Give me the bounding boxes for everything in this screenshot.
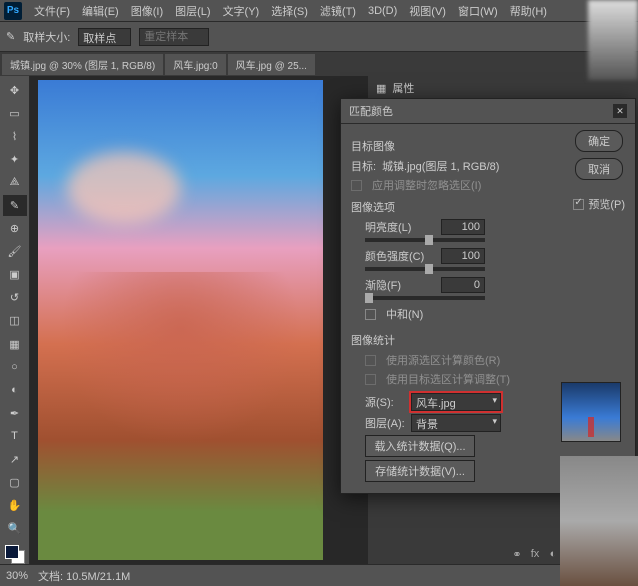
tab-document-2[interactable]: 风车.jpg:0 bbox=[165, 54, 225, 75]
fade-value[interactable]: 0 bbox=[441, 277, 485, 293]
use-src-sel-label: 使用源选区计算颜色(R) bbox=[386, 352, 500, 368]
toolbox: ✥ ▭ ⌇ ✦ ⟁ ✎ ⊕ 🖌 ▣ ↺ ◫ ▦ ○ ◐ ✒ T ↗ ▢ ✋ 🔍 bbox=[0, 76, 30, 564]
color-swatch[interactable] bbox=[5, 545, 25, 564]
move-tool-icon[interactable]: ✥ bbox=[3, 80, 27, 101]
wand-tool-icon[interactable]: ✦ bbox=[3, 149, 27, 170]
layer-label: 图层(A): bbox=[365, 415, 405, 431]
tab-document-1[interactable]: 城镇.jpg @ 30% (图层 1, RGB/8) bbox=[2, 54, 163, 75]
use-tgt-sel-checkbox bbox=[365, 374, 376, 385]
crop-tool-icon[interactable]: ⟁ bbox=[3, 172, 27, 193]
doc-size: 文档: 10.5M/21.1M bbox=[38, 568, 130, 584]
properties-title: 属性 bbox=[392, 80, 414, 96]
zoom-tool-icon[interactable]: 🔍 bbox=[3, 518, 27, 539]
color-intensity-label: 颜色强度(C) bbox=[365, 248, 435, 264]
lasso-tool-icon[interactable]: ⌇ bbox=[3, 126, 27, 147]
canvas-image[interactable] bbox=[38, 80, 323, 560]
stamp-tool-icon[interactable]: ▣ bbox=[3, 264, 27, 285]
app-logo: Ps bbox=[4, 2, 22, 20]
mask-icon[interactable]: ◐ bbox=[546, 547, 560, 561]
brush-tool-icon[interactable]: 🖌 bbox=[3, 241, 27, 262]
color-intensity-slider[interactable] bbox=[365, 267, 485, 271]
properties-icon: ▦ bbox=[376, 82, 386, 95]
image-stats-label: 图像统计 bbox=[351, 332, 625, 348]
target-value: 城镇.jpg(图层 1, RGB/8) bbox=[382, 158, 499, 174]
ok-button[interactable]: 确定 bbox=[575, 130, 623, 152]
path-tool-icon[interactable]: ↗ bbox=[3, 449, 27, 470]
fade-label: 渐隐(F) bbox=[365, 277, 435, 293]
neutralize-label: 中和(N) bbox=[386, 306, 423, 322]
menubar: Ps 文件(F) 编辑(E) 图像(I) 图层(L) 文字(Y) 选择(S) 滤… bbox=[0, 0, 638, 22]
source-select[interactable]: 风车.jpg bbox=[411, 393, 501, 411]
resample-input[interactable] bbox=[139, 28, 209, 46]
fg-color-icon[interactable] bbox=[5, 545, 19, 559]
luminance-value[interactable]: 100 bbox=[441, 219, 485, 235]
sample-size-select[interactable]: 取样点 bbox=[78, 28, 131, 46]
luminance-label: 明亮度(L) bbox=[365, 219, 435, 235]
document-tabs: 城镇.jpg @ 30% (图层 1, RGB/8) 风车.jpg:0 风车.j… bbox=[0, 52, 638, 76]
source-label: 源(S): bbox=[365, 394, 405, 410]
color-intensity-value[interactable]: 100 bbox=[441, 248, 485, 264]
pen-tool-icon[interactable]: ✒ bbox=[3, 403, 27, 424]
menu-edit[interactable]: 编辑(E) bbox=[76, 3, 125, 19]
fade-slider[interactable] bbox=[365, 296, 485, 300]
canvas-area bbox=[30, 76, 368, 564]
match-color-dialog: 匹配颜色 ✕ 确定 取消 预览(P) 目标图像 目标: 城镇.jpg(图层 1,… bbox=[340, 98, 636, 494]
menu-help[interactable]: 帮助(H) bbox=[504, 3, 553, 19]
menu-view[interactable]: 视图(V) bbox=[403, 3, 452, 19]
eyedropper-icon[interactable]: ✎ bbox=[6, 30, 15, 43]
marquee-tool-icon[interactable]: ▭ bbox=[3, 103, 27, 124]
ignore-selection-checkbox bbox=[351, 180, 362, 191]
menu-select[interactable]: 选择(S) bbox=[265, 3, 314, 19]
eraser-tool-icon[interactable]: ◫ bbox=[3, 310, 27, 331]
menu-3d[interactable]: 3D(D) bbox=[362, 5, 403, 17]
preview-label: 预览(P) bbox=[588, 196, 625, 212]
history-brush-icon[interactable]: ↺ bbox=[3, 287, 27, 308]
hand-tool-icon[interactable]: ✋ bbox=[3, 495, 27, 516]
layer-select[interactable]: 背景 bbox=[411, 414, 501, 432]
shape-tool-icon[interactable]: ▢ bbox=[3, 472, 27, 493]
dodge-tool-icon[interactable]: ◐ bbox=[3, 380, 27, 401]
use-tgt-sel-label: 使用目标选区计算调整(T) bbox=[386, 371, 510, 387]
menu-type[interactable]: 文字(Y) bbox=[217, 3, 266, 19]
secondary-image-preview bbox=[560, 456, 638, 586]
eyedropper-tool-icon[interactable]: ✎ bbox=[3, 195, 27, 216]
menu-image[interactable]: 图像(I) bbox=[125, 3, 169, 19]
dialog-title-text: 匹配颜色 bbox=[349, 103, 393, 119]
options-bar: ✎ 取样大小: 取样点 bbox=[0, 22, 638, 52]
menu-window[interactable]: 窗口(W) bbox=[452, 3, 504, 19]
save-stats-button[interactable]: 存储统计数据(V)... bbox=[365, 460, 475, 482]
preview-checkbox[interactable] bbox=[573, 199, 584, 210]
sample-size-label: 取样大小: bbox=[23, 29, 70, 45]
menu-file[interactable]: 文件(F) bbox=[28, 3, 76, 19]
menu-layer[interactable]: 图层(L) bbox=[169, 3, 216, 19]
source-thumbnail bbox=[561, 382, 621, 442]
fx-icon[interactable]: fx bbox=[528, 547, 542, 561]
healing-tool-icon[interactable]: ⊕ bbox=[3, 218, 27, 239]
use-src-sel-checkbox bbox=[365, 355, 376, 366]
zoom-level[interactable]: 30% bbox=[6, 570, 28, 582]
load-stats-button[interactable]: 载入统计数据(Q)... bbox=[365, 435, 475, 457]
dialog-titlebar[interactable]: 匹配颜色 ✕ bbox=[341, 99, 635, 124]
close-icon[interactable]: ✕ bbox=[613, 104, 627, 118]
decorative-blur bbox=[588, 0, 638, 80]
status-bar: 30% 文档: 10.5M/21.1M bbox=[0, 564, 638, 586]
blur-tool-icon[interactable]: ○ bbox=[3, 357, 27, 378]
neutralize-checkbox[interactable] bbox=[365, 309, 376, 320]
luminance-slider[interactable] bbox=[365, 238, 485, 242]
target-label: 目标: bbox=[351, 158, 376, 174]
menu-filter[interactable]: 滤镜(T) bbox=[314, 3, 362, 19]
tab-document-3[interactable]: 风车.jpg @ 25... bbox=[228, 54, 315, 75]
type-tool-icon[interactable]: T bbox=[3, 426, 27, 447]
gradient-tool-icon[interactable]: ▦ bbox=[3, 334, 27, 355]
ignore-selection-label: 应用调整时忽略选区(I) bbox=[372, 177, 481, 193]
link-icon[interactable]: ⚭ bbox=[510, 547, 524, 561]
